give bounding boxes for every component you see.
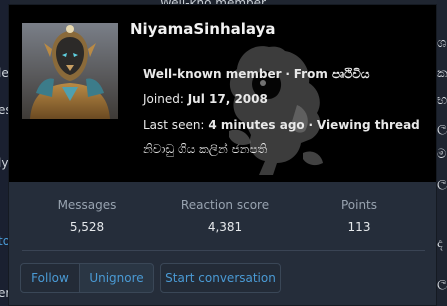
stat-value: 113 [347,220,371,234]
member-location: From පෘථිවිය [293,67,370,81]
stat-value: 5,528 [69,220,105,234]
background-right-text: ල [437,175,447,190]
last-seen-label: Last seen: [143,118,205,132]
avatar[interactable] [22,23,118,119]
follow-button[interactable]: Follow [20,263,80,293]
member-activity: Viewing thread [316,118,420,132]
background-right-text: ම [437,147,447,162]
member-stats: Messages 5,528 Reaction score 4,381 Poin… [9,197,436,241]
member-tooltip-card: NiyamaSinhalaya Well-known member · From… [8,4,437,306]
background-right-text: ද [437,236,443,251]
separator: · [285,67,290,81]
last-seen-line: Last seen: 4 minutes ago · Viewing threa… [143,118,420,132]
joined-label: Joined: [143,92,184,106]
stat-label: Messages [57,198,117,212]
last-seen-time: 4 minutes ago [208,118,305,132]
member-title: Well-known member [143,67,282,81]
separator: · [308,118,314,132]
stat-reaction-score: Reaction score 4,381 [155,197,295,235]
background-right-text: භ [437,93,447,108]
member-username[interactable]: NiyamaSinhalaya [130,20,275,38]
member-custom-title: නිවාඩු ගිය කලින් ජනපති [143,142,268,156]
background-right-text: ක [437,66,447,81]
joined-date: Jul 17, 2008 [187,92,268,106]
background-right-text: ශ [437,36,447,51]
stat-label: Reaction score [180,198,270,212]
member-title-line: Well-known member · From පෘථිවිය [143,67,369,82]
stat-points[interactable]: Points 113 [289,197,429,235]
stat-label: Points [340,198,378,212]
unignore-button[interactable]: Unignore [79,263,154,293]
lion-emblem-watermark-icon [229,46,323,175]
divider [22,250,425,251]
stat-value: 4,381 [207,220,243,234]
joined-line: Joined: Jul 17, 2008 [143,92,268,106]
start-conversation-button[interactable]: Start conversation [160,263,281,293]
background-right-text: ල [437,275,447,290]
stat-messages[interactable]: Messages 5,528 [17,197,157,235]
background-right-text: ල [437,120,447,135]
member-card-header: NiyamaSinhalaya Well-known member · From… [9,5,436,182]
